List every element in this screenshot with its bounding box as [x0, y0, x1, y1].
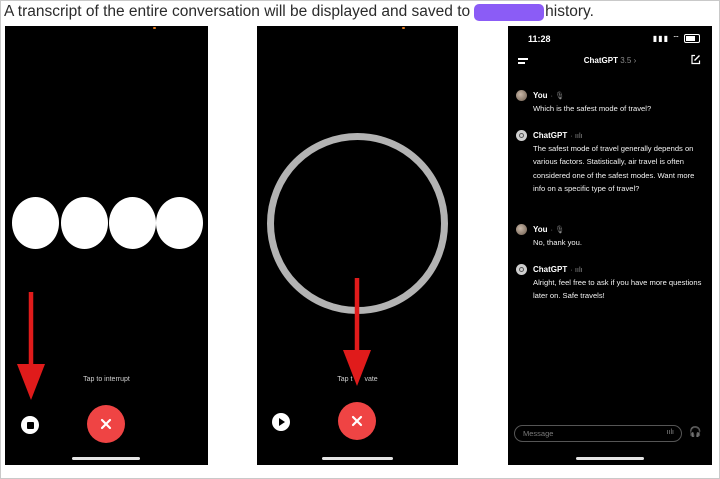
sender-name: ChatGPT: [533, 265, 568, 274]
close-icon: [351, 415, 363, 427]
message-text: Alright, feel free to ask if you have mo…: [533, 278, 702, 301]
annotation-arrow-1: [17, 292, 45, 400]
voice-bubble-3: [109, 197, 156, 249]
message-text: No, thank you.: [533, 238, 582, 247]
voice-chat-listening-screen: Tap to interrupt: [5, 26, 208, 465]
caption-text-after: history.: [545, 3, 594, 20]
caption: A transcript of the entire conversation …: [4, 3, 594, 21]
signal-icon: ▮▮▮: [652, 34, 669, 43]
user-avatar: [516, 224, 527, 235]
close-icon: [100, 418, 112, 430]
status-time: 11:28: [528, 34, 551, 44]
message-text: The safest mode of travel generally depe…: [533, 144, 695, 194]
resume-button[interactable]: [272, 413, 290, 431]
home-indicator: [576, 457, 644, 460]
mic-icon: · 🎙: [550, 225, 565, 234]
message-assistant-1: ChatGPT · ıılı The safest mode of travel …: [516, 130, 704, 196]
message-text: Which is the safest mode of travel?: [533, 104, 652, 113]
chat-transcript-screen: 11:28 ▮▮▮ ⌔ ChatGPT 3.5 › You · 🎙 Which i…: [508, 26, 712, 465]
sender-name: You: [533, 225, 548, 234]
wifi-icon: ⌔: [672, 34, 681, 43]
message-user-1: You · 🎙 Which is the safest mode of trave…: [516, 90, 704, 115]
message-placeholder: Message: [523, 429, 554, 438]
chatgpt-avatar: [516, 264, 527, 275]
voice-bubble-2: [61, 197, 108, 249]
message-assistant-2: ChatGPT · ıılı Alright, feel free to ask …: [516, 264, 704, 303]
voice-input-icon[interactable]: ıılı: [667, 429, 674, 436]
mic-indicator-dot: [153, 27, 156, 29]
message-user-2: You · 🎙 No, thank you.: [516, 224, 704, 249]
home-indicator: [322, 457, 393, 460]
redacted-label: [474, 3, 545, 21]
voice-wave-icon: · ıılı: [570, 265, 583, 274]
battery-icon: [684, 34, 700, 44]
end-voice-chat-button[interactable]: [87, 405, 125, 443]
message-input[interactable]: Message ıılı: [514, 425, 682, 442]
voice-bubble-4: [156, 197, 203, 249]
mic-indicator-dot: [402, 27, 405, 29]
model-version: 3.5: [620, 56, 632, 65]
voice-chat-paused-screen: Tap t vate: [257, 26, 458, 465]
voice-wave-icon: · ıılı: [570, 131, 583, 140]
user-avatar: [516, 90, 527, 101]
chat-title[interactable]: ChatGPT 3.5 ›: [508, 56, 712, 65]
chevron-right-icon: ›: [631, 56, 637, 65]
status-icons: ▮▮▮ ⌔: [653, 34, 700, 44]
sender-name: You: [533, 91, 548, 100]
home-indicator: [72, 457, 140, 460]
chatgpt-avatar: [516, 130, 527, 141]
annotation-arrow-2: [343, 278, 371, 386]
caption-text-before: A transcript of the entire conversation …: [4, 3, 471, 20]
stop-button[interactable]: [21, 416, 39, 434]
mic-icon: · 🎙: [550, 91, 565, 100]
headphones-icon[interactable]: 🎧: [689, 427, 701, 438]
new-chat-icon[interactable]: [690, 54, 701, 65]
end-voice-chat-button[interactable]: [338, 402, 376, 440]
voice-bubble-1: [12, 197, 59, 249]
sender-name: ChatGPT: [533, 131, 568, 140]
